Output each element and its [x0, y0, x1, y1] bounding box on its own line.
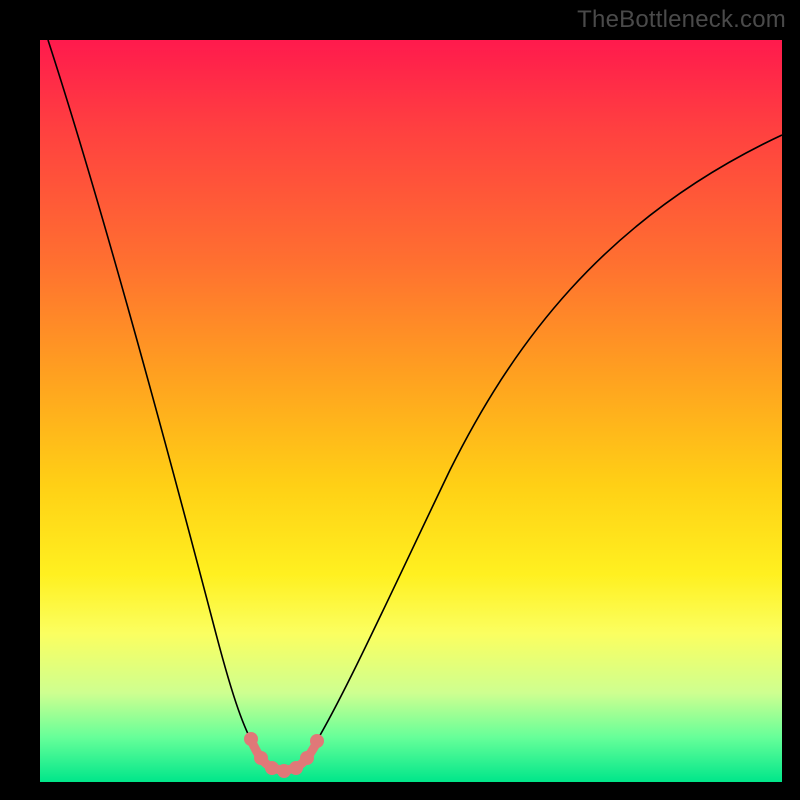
watermark-text: TheBottleneck.com — [577, 6, 786, 34]
plot-area — [40, 40, 782, 782]
valley-bead — [300, 751, 314, 765]
valley-bead — [244, 732, 258, 746]
valley-bead — [277, 764, 291, 778]
valley-bead — [254, 751, 268, 765]
valley-bead — [265, 761, 279, 775]
valley-bead — [310, 734, 324, 748]
bottleneck-curve — [48, 40, 782, 770]
curve-svg — [40, 40, 782, 782]
chart-frame: TheBottleneck.com — [0, 0, 800, 800]
valley-bead — [289, 761, 303, 775]
